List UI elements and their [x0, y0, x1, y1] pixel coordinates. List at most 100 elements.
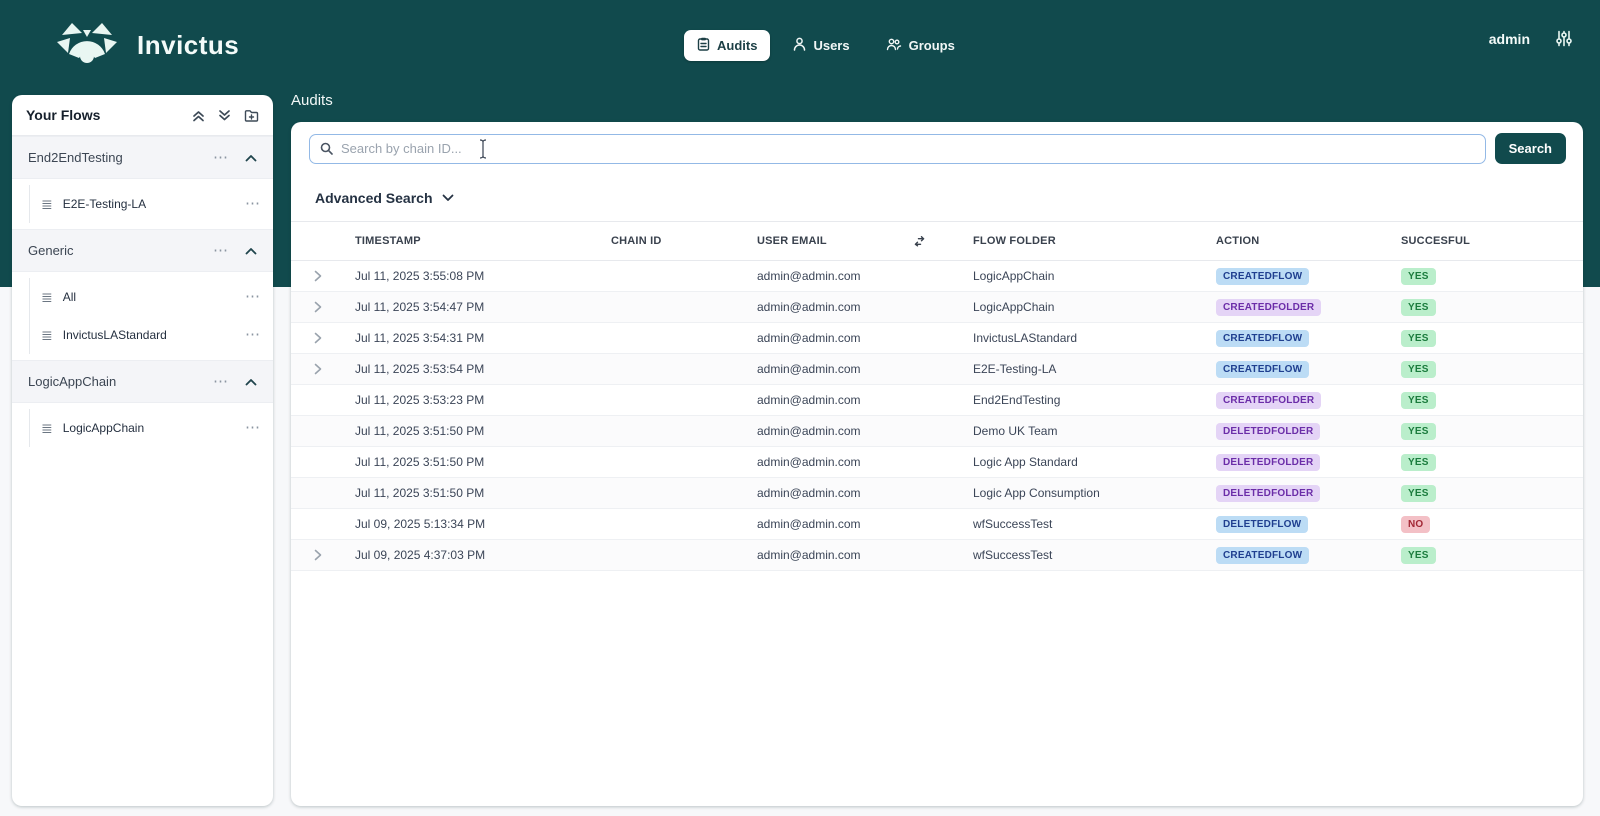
action-badge: CREATEDFLOW: [1216, 329, 1310, 347]
chevron-up-icon[interactable]: [245, 247, 257, 255]
more-options-icon[interactable]: ⋯: [245, 327, 261, 342]
nav-item-audits[interactable]: Audits: [684, 30, 771, 61]
flow-rows-icon: ≣: [41, 289, 53, 305]
folders-list: End2EndTesting ⋯ ≣ E2E-Testing-LA ⋯ Gene…: [12, 136, 273, 447]
swap-sort-icon[interactable]: [914, 235, 925, 247]
chevron-right-icon: [314, 363, 322, 375]
more-options-icon[interactable]: ⋯: [213, 243, 229, 258]
col-action: ACTION: [1216, 235, 1260, 247]
flow-item[interactable]: ≣ E2E-Testing-LA ⋯: [30, 185, 273, 223]
flow-rows-icon: ≣: [41, 196, 53, 212]
cell-timestamp: Jul 09, 2025 4:37:03 PM: [355, 548, 486, 562]
audit-table-row[interactable]: Jul 11, 2025 3:54:31 PM admin@admin.com …: [291, 323, 1583, 354]
flow-folder-header[interactable]: LogicAppChain ⋯: [12, 360, 273, 403]
action-badge: CREATEDFLOW: [1216, 546, 1310, 564]
invictus-logo-icon: [55, 20, 119, 71]
flow-folder-items: ≣ E2E-Testing-LA ⋯: [29, 185, 273, 223]
sidebar-title: Your Flows: [26, 107, 101, 123]
row-expander[interactable]: [291, 549, 355, 561]
success-badge: YES: [1401, 360, 1436, 378]
cell-user-email: admin@admin.com: [757, 424, 861, 438]
chevron-up-icon[interactable]: [245, 378, 257, 386]
action-badge: CREATEDFOLDER: [1216, 391, 1322, 409]
add-folder-icon[interactable]: [244, 109, 259, 122]
row-expander[interactable]: [291, 332, 355, 344]
audit-table-row[interactable]: Jul 11, 2025 3:53:54 PM admin@admin.com …: [291, 354, 1583, 385]
action-badge: DELETEDFOLDER: [1216, 422, 1321, 440]
chevron-right-icon: [314, 301, 322, 313]
search-box[interactable]: [309, 133, 1486, 164]
flow-item-label: All: [62, 290, 77, 304]
cell-user-email: admin@admin.com: [757, 393, 861, 407]
audit-table-row[interactable]: Jul 09, 2025 4:37:03 PM admin@admin.com …: [291, 540, 1583, 571]
cell-user-email: admin@admin.com: [757, 548, 861, 562]
cell-timestamp: Jul 11, 2025 3:53:54 PM: [355, 362, 485, 376]
cell-flow-folder: wfSuccessTest: [973, 517, 1053, 531]
flow-rows-icon: ≣: [41, 327, 53, 343]
cell-user-email: admin@admin.com: [757, 517, 861, 531]
table-header-row: TIMESTAMP CHAIN ID USER EMAIL FLOW FOLDE…: [291, 222, 1583, 261]
flow-folder-section: Generic ⋯ ≣ All ⋯ ≣ InvictusLAStandard ⋯: [12, 229, 273, 354]
flow-item[interactable]: ≣ LogicAppChain ⋯: [30, 409, 273, 447]
chevron-up-icon[interactable]: [245, 154, 257, 162]
success-badge: NO: [1401, 515, 1431, 533]
action-badge: DELETEDFOLDER: [1216, 453, 1321, 471]
col-succesful: SUCCESFUL: [1401, 235, 1471, 247]
audits-table: TIMESTAMP CHAIN ID USER EMAIL FLOW FOLDE…: [291, 221, 1583, 571]
more-options-icon[interactable]: ⋯: [245, 289, 261, 304]
cell-flow-folder: Logic App Standard: [973, 455, 1078, 469]
more-options-icon[interactable]: ⋯: [213, 374, 229, 389]
flow-folder-header[interactable]: End2EndTesting ⋯: [12, 136, 273, 179]
row-expander[interactable]: [291, 270, 355, 282]
cell-flow-folder: InvictusLAStandard: [973, 331, 1078, 345]
flow-folder-section: End2EndTesting ⋯ ≣ E2E-Testing-LA ⋯: [12, 136, 273, 223]
audit-table-row[interactable]: Jul 11, 2025 3:51:50 PM admin@admin.com …: [291, 416, 1583, 447]
audit-table-row[interactable]: Jul 11, 2025 3:51:50 PM admin@admin.com …: [291, 447, 1583, 478]
advanced-search-toggle[interactable]: Advanced Search: [291, 174, 521, 221]
audit-table-row[interactable]: Jul 11, 2025 3:54:47 PM admin@admin.com …: [291, 292, 1583, 323]
flow-folder-name: LogicAppChain: [28, 374, 117, 389]
audit-table-row[interactable]: Jul 11, 2025 3:55:08 PM admin@admin.com …: [291, 261, 1583, 292]
cell-timestamp: Jul 11, 2025 3:54:31 PM: [355, 331, 485, 345]
more-options-icon[interactable]: ⋯: [245, 196, 261, 211]
more-options-icon[interactable]: ⋯: [245, 420, 261, 435]
header-right: admin: [1489, 30, 1572, 47]
success-badge: YES: [1401, 484, 1436, 502]
col-flow-folder: FLOW FOLDER: [973, 235, 1056, 247]
cell-user-email: admin@admin.com: [757, 362, 861, 376]
sidebar-header: Your Flows: [12, 95, 273, 136]
nav-item-groups[interactable]: Groups: [873, 30, 968, 61]
chevron-right-icon: [314, 332, 322, 344]
row-expander[interactable]: [291, 363, 355, 375]
flow-item[interactable]: ≣ InvictusLAStandard ⋯: [30, 316, 273, 354]
sliders-icon[interactable]: [1556, 30, 1572, 47]
row-expander[interactable]: [291, 301, 355, 313]
expand-all-icon[interactable]: [218, 109, 231, 122]
cell-timestamp: Jul 11, 2025 3:51:50 PM: [355, 424, 485, 438]
audits-panel: Search Advanced Search TIMESTAMP CHAIN I…: [291, 122, 1583, 806]
collapse-all-icon[interactable]: [192, 109, 205, 122]
user-name[interactable]: admin: [1489, 31, 1530, 47]
top-nav: Audits Users Groups: [684, 30, 968, 61]
nav-item-users[interactable]: Users: [780, 30, 862, 61]
success-badge: YES: [1401, 453, 1436, 471]
search-button[interactable]: Search: [1494, 133, 1566, 164]
flow-rows-icon: ≣: [41, 420, 53, 436]
audit-table-row[interactable]: Jul 09, 2025 5:13:34 PM admin@admin.com …: [291, 509, 1583, 540]
flow-folder-items: ≣ LogicAppChain ⋯: [29, 409, 273, 447]
action-badge: DELETEDFLOW: [1216, 515, 1309, 533]
cell-flow-folder: E2E-Testing-LA: [973, 362, 1057, 376]
flow-item[interactable]: ≣ All ⋯: [30, 278, 273, 316]
table-body: Jul 11, 2025 3:55:08 PM admin@admin.com …: [291, 261, 1583, 571]
flow-folder-header[interactable]: Generic ⋯: [12, 229, 273, 272]
cell-flow-folder: Demo UK Team: [973, 424, 1058, 438]
audit-table-row[interactable]: Jul 11, 2025 3:53:23 PM admin@admin.com …: [291, 385, 1583, 416]
more-options-icon[interactable]: ⋯: [213, 150, 229, 165]
audit-table-row[interactable]: Jul 11, 2025 3:51:50 PM admin@admin.com …: [291, 478, 1583, 509]
success-badge: YES: [1401, 422, 1436, 440]
search-input[interactable]: [341, 141, 1475, 156]
cell-flow-folder: End2EndTesting: [973, 393, 1061, 407]
search-icon: [320, 142, 333, 155]
cell-timestamp: Jul 11, 2025 3:55:08 PM: [355, 269, 485, 283]
cell-user-email: admin@admin.com: [757, 300, 861, 314]
